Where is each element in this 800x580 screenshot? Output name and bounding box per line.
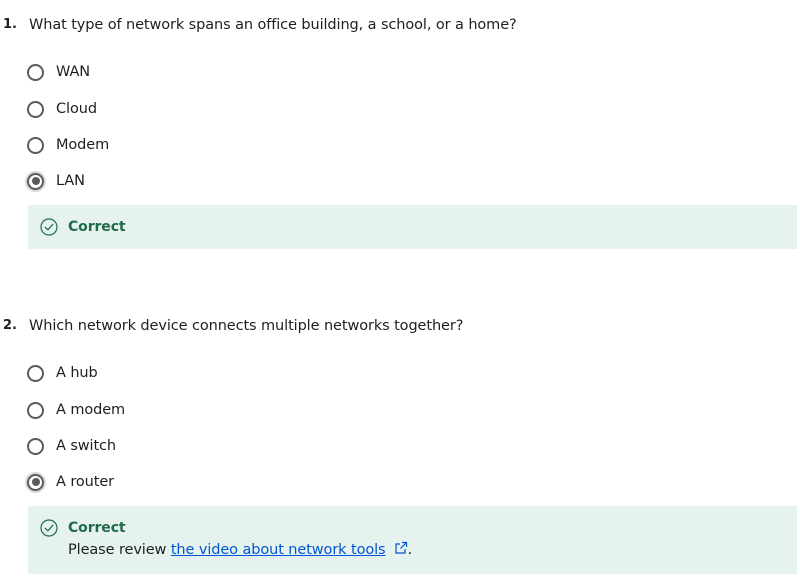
question-1: 1. What type of network spans an office … [0,17,800,257]
feedback-status: Correct [40,218,126,236]
feedback-note-suffix: . [407,542,413,558]
radio-button-selected[interactable] [27,473,44,491]
option-router[interactable]: A router [27,471,114,493]
option-label: WAN [56,64,91,80]
radio-button[interactable] [27,63,44,81]
feedback-status-label: Correct [68,219,126,235]
option-label: Modem [56,137,110,153]
option-label: LAN [56,173,85,189]
option-label: A router [56,474,115,490]
check-circle-icon [40,218,58,236]
feedback-correct: Correct [28,205,797,249]
option-label: A modem [56,402,126,418]
feedback-note-prefix: Please review [68,542,171,558]
radio-button[interactable] [27,437,44,455]
option-cloud[interactable]: Cloud [27,98,97,120]
option-label: Cloud [56,101,97,117]
feedback-correct: Correct Please review the video about ne… [28,506,797,574]
option-modem[interactable]: A modem [27,399,125,421]
check-circle-icon [40,519,58,537]
option-wan[interactable]: WAN [27,61,90,83]
radio-button-selected[interactable] [27,172,44,190]
question-number: 1. [3,17,17,32]
option-modem[interactable]: Modem [27,134,109,156]
radio-button[interactable] [27,401,44,419]
question-number: 2. [3,318,17,333]
option-switch[interactable]: A switch [27,435,116,457]
option-lan[interactable]: LAN [27,170,85,192]
feedback-note: Please review the video about network to… [68,541,412,558]
external-link-icon[interactable] [394,541,408,555]
radio-button[interactable] [27,364,44,382]
question-text: What type of network spans an office bui… [29,17,517,33]
option-hub[interactable]: A hub [27,362,98,384]
radio-button[interactable] [27,136,44,154]
option-label: A switch [56,438,117,454]
question-text: Which network device connects multiple n… [29,318,464,334]
review-video-link[interactable]: the video about network tools [171,542,386,558]
radio-button[interactable] [27,100,44,118]
question-2: 2. Which network device connects multipl… [0,318,800,580]
feedback-status: Correct [40,519,126,537]
option-label: A hub [56,365,98,381]
feedback-status-label: Correct [68,520,126,536]
